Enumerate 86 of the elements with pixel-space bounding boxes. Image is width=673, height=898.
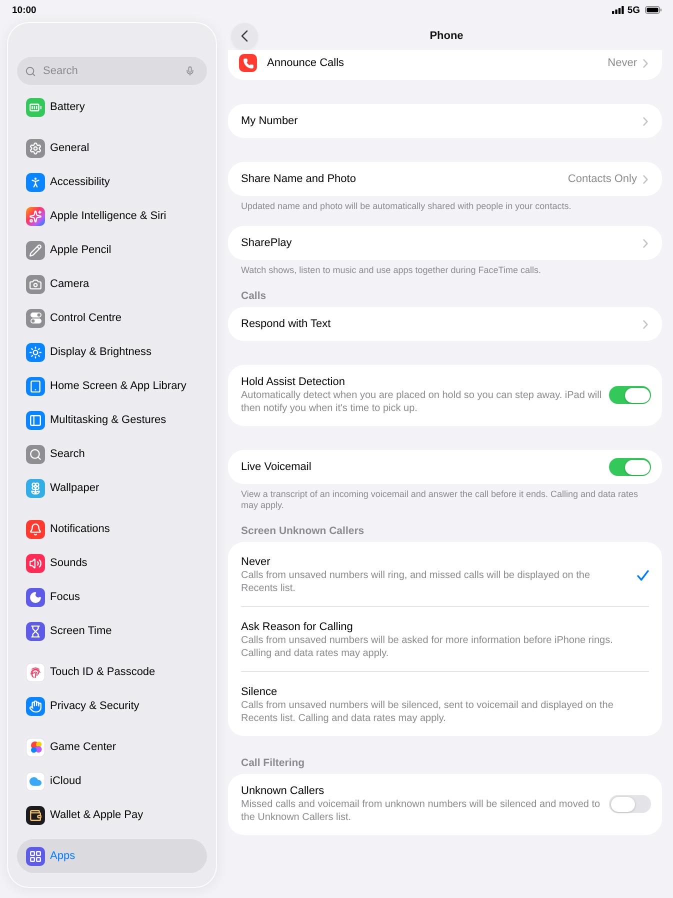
sidebar-item[interactable]: Display & Brightness bbox=[17, 335, 207, 369]
phone-icon bbox=[239, 54, 257, 72]
cloud-icon bbox=[26, 772, 45, 790]
option-row[interactable]: Ask Reason for Calling Calls from unsaved numbers will be asked for more information before iPhone rings. Calling and data rates may apply. bbox=[228, 607, 662, 671]
chevron-icon bbox=[643, 174, 648, 184]
search-field[interactable]: Search bbox=[17, 57, 207, 85]
sidebar-item[interactable]: Screen Time bbox=[17, 614, 207, 648]
settings-row[interactable]: Share Name and Photo Contacts Only bbox=[228, 162, 662, 196]
row-title: Hold Assist Detection bbox=[241, 375, 346, 389]
chevron-icon bbox=[241, 30, 248, 42]
row-value: Never bbox=[608, 57, 637, 69]
fingerprint-icon bbox=[26, 662, 45, 682]
chevron-icon bbox=[643, 320, 648, 328]
sidebar-item[interactable]: Accessibility bbox=[17, 165, 207, 199]
pencil-icon bbox=[26, 240, 45, 260]
sidebar-item[interactable]: Camera bbox=[17, 267, 207, 301]
search-icon bbox=[26, 444, 45, 464]
hand-icon bbox=[26, 696, 45, 716]
bubbles-icon bbox=[26, 738, 45, 756]
sidebar-item[interactable]: Apple Intelligence & Siri bbox=[17, 199, 207, 233]
search-icon bbox=[25, 66, 36, 76]
toggles-icon bbox=[26, 308, 45, 328]
page-title: Phone bbox=[428, 30, 464, 42]
accessibility-icon bbox=[26, 172, 45, 192]
section-header: Screen Unknown Callers bbox=[240, 525, 366, 537]
chevron-icon bbox=[643, 238, 648, 248]
wallet-icon bbox=[26, 806, 45, 824]
tablet-icon bbox=[26, 376, 45, 396]
row-title: Unknown Callers bbox=[241, 784, 326, 798]
sidebar-item[interactable]: Home Screen & App Library bbox=[17, 369, 207, 403]
back-button[interactable] bbox=[231, 22, 258, 50]
sun-icon bbox=[26, 342, 45, 362]
toggle-switch[interactable] bbox=[609, 386, 651, 404]
bell-icon bbox=[26, 520, 45, 538]
network-type: 5G bbox=[627, 4, 640, 16]
microphone-icon bbox=[185, 66, 195, 76]
settings-row[interactable]: Announce Calls Never bbox=[228, 50, 662, 80]
sidebar-item[interactable]: iCloud bbox=[17, 764, 207, 798]
sidebar-item[interactable]: Sounds bbox=[17, 546, 207, 580]
section-header: Calls bbox=[240, 290, 268, 302]
flower-icon bbox=[26, 478, 45, 498]
window-icon bbox=[26, 410, 45, 430]
sidebar-item[interactable]: Wallet & Apple Pay bbox=[17, 798, 207, 832]
sidebar-item[interactable]: Wallpaper bbox=[17, 471, 207, 505]
section-header: Call Filtering bbox=[240, 757, 306, 769]
row-description: Missed calls and voicemail from unknown numbers will be silenced and moved to the Unknown Callers list. bbox=[241, 798, 602, 824]
sidebar-item[interactable]: Multitasking & Gestures bbox=[17, 403, 207, 437]
sidebar-item[interactable]: Focus bbox=[17, 580, 207, 614]
status-time: 10:00 bbox=[12, 4, 36, 16]
row-description: Calls from unsaved numbers will ring, and missed calls will be displayed on the Recents list. bbox=[241, 569, 592, 595]
section-footer: Watch shows, listen to music and use apps together during FaceTime calls. bbox=[228, 265, 662, 276]
speaker-icon bbox=[26, 554, 45, 572]
chevron-icon bbox=[643, 58, 648, 68]
sidebar-item[interactable]: Game Center bbox=[17, 730, 207, 764]
sidebar-item[interactable]: Touch ID & Passcode bbox=[17, 655, 207, 689]
sidebar-item[interactable]: Apple Pencil bbox=[17, 233, 207, 267]
settings-row[interactable]: Respond with Text bbox=[228, 307, 662, 341]
option-row[interactable]: Never Calls from unsaved numbers will ring, and missed calls will be displayed on the Recents list. bbox=[228, 542, 662, 606]
section-footer: View a transcript of an incoming voicemail and answer the call before it ends. Calling and data rates may apply. bbox=[228, 489, 662, 511]
sidebar-item[interactable]: Privacy & Security bbox=[17, 689, 207, 723]
camera-icon bbox=[26, 274, 45, 294]
gear-icon bbox=[26, 138, 45, 158]
row-description: Automatically detect when you are placed on hold so you can step away. iPad will then notify you when it's time to pick up. bbox=[241, 389, 603, 415]
sidebar-item[interactable]: Battery bbox=[17, 90, 207, 124]
moon-icon bbox=[26, 588, 45, 606]
settings-row[interactable]: SharePlay bbox=[228, 226, 662, 260]
hourglass-icon bbox=[26, 622, 45, 640]
grid-icon bbox=[26, 846, 45, 866]
sparkle-icon bbox=[26, 206, 45, 226]
row-title: Live Voicemail bbox=[241, 460, 312, 474]
row-description: Calls from unsaved numbers will be silenced, sent to voicemail and displayed on the Recents list. Calling and data rates may apply. bbox=[241, 699, 614, 725]
chevron-icon bbox=[643, 116, 648, 126]
toggle-switch[interactable] bbox=[609, 458, 651, 476]
row-value: Contacts Only bbox=[568, 173, 637, 185]
signal-icon bbox=[612, 6, 624, 14]
option-row[interactable]: Silence Calls from unsaved numbers will be silenced, sent to voicemail and displayed on the Recents list. Calling and data rates may apply. bbox=[228, 672, 662, 736]
sidebar-item[interactable]: Notifications bbox=[17, 512, 207, 546]
battery-icon bbox=[645, 6, 662, 14]
toggle-switch[interactable] bbox=[609, 795, 651, 813]
row-description: Calls from unsaved numbers will be asked for more information before iPhone rings. Calling and data rates may apply. bbox=[241, 634, 614, 660]
battery-icon bbox=[26, 98, 45, 116]
settings-row[interactable]: My Number bbox=[228, 104, 662, 138]
section-footer: Updated name and photo will be automatically shared with people in your contacts. bbox=[228, 201, 662, 212]
sidebar-item[interactable]: General bbox=[17, 131, 207, 165]
sidebar-item[interactable]: Control Centre bbox=[17, 301, 207, 335]
sidebar-item[interactable]: Search bbox=[17, 437, 207, 471]
